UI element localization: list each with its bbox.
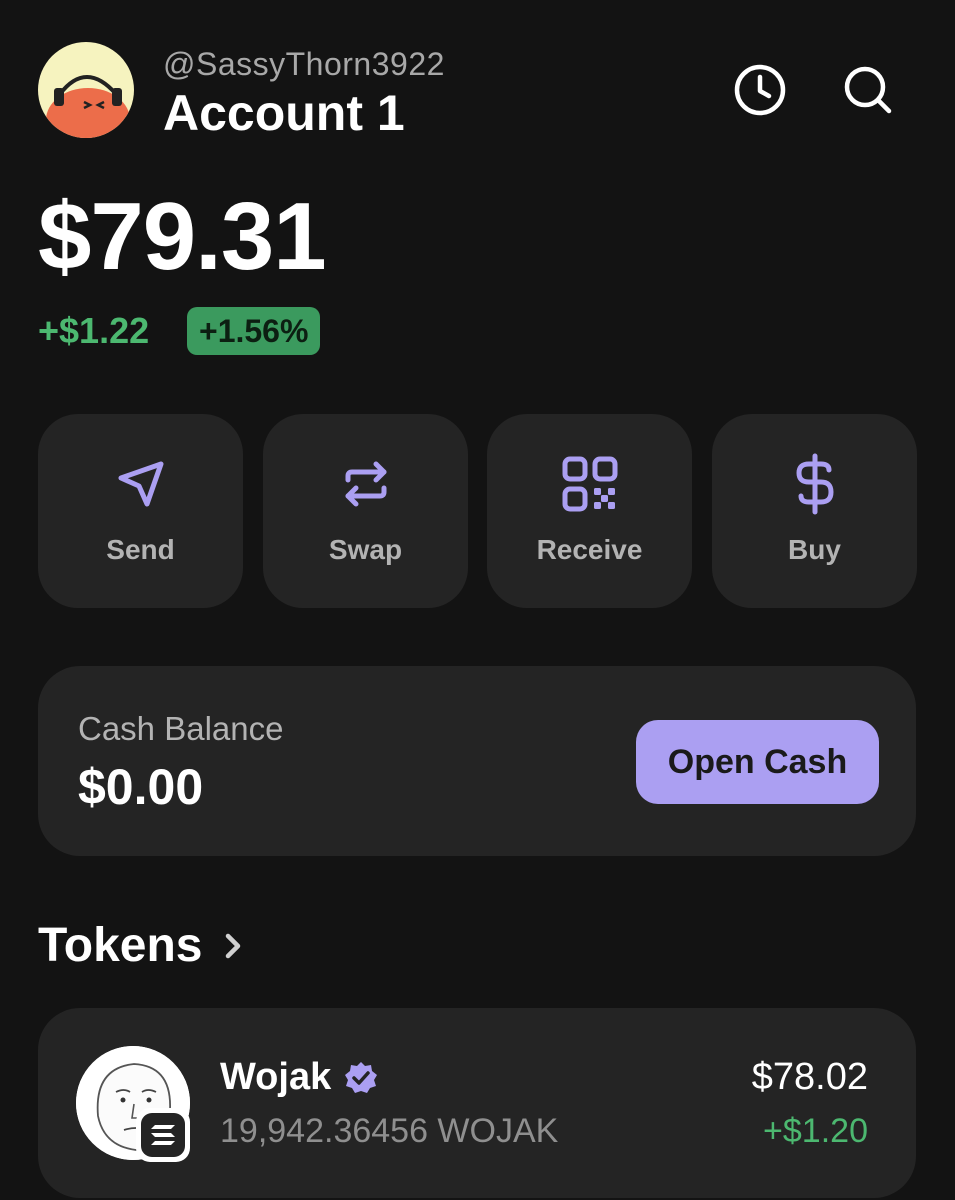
account-name[interactable]: Account 1 [163,84,405,142]
token-change: +$1.20 [763,1112,868,1150]
token-amount: 19,942.36456 WOJAK [220,1112,559,1150]
send-label: Send [106,534,175,565]
avatar[interactable] [38,42,134,138]
verified-badge-icon [345,1061,378,1093]
avatar-image [38,42,134,138]
buy-button[interactable]: Buy [712,414,917,608]
chevron-right-icon [226,933,241,958]
qr-code-icon [560,454,620,514]
token-row[interactable]: Wojak 19,942.36456 WOJAK $78.02 +$1.20 [38,1008,916,1198]
cash-balance-value: $0.00 [78,759,204,815]
total-balance: $79.31 [38,183,327,290]
buy-label: Buy [788,534,841,565]
account-handle: @SassyThorn3922 [163,46,445,82]
token-value: $78.02 [751,1056,868,1098]
send-icon [111,454,171,514]
swap-icon [336,454,396,514]
cash-balance-card: Cash Balance $0.00 Open Cash [38,666,916,856]
cash-balance-label: Cash Balance [78,710,284,747]
tokens-title: Tokens [38,919,203,972]
solana-chain-badge [136,1108,190,1162]
send-button[interactable]: Send [38,414,243,608]
token-name-row: Wojak [220,1056,379,1099]
swap-button[interactable]: Swap [263,414,468,608]
open-cash-button[interactable]: Open Cash [636,720,879,804]
receive-label: Receive [536,534,643,565]
receive-button[interactable]: Receive [487,414,692,608]
history-button[interactable] [730,60,790,120]
search-icon [844,66,892,114]
balance-change-amount: +$1.22 [38,310,150,351]
solana-icon [151,1125,175,1145]
tokens-header[interactable]: Tokens [38,918,252,973]
swap-label: Swap [328,534,403,565]
search-button[interactable] [838,60,898,120]
dollar-icon [785,453,845,515]
token-name: Wojak [220,1056,332,1098]
history-icon [734,64,786,116]
balance-change-percent-badge: +1.56% [187,307,321,355]
